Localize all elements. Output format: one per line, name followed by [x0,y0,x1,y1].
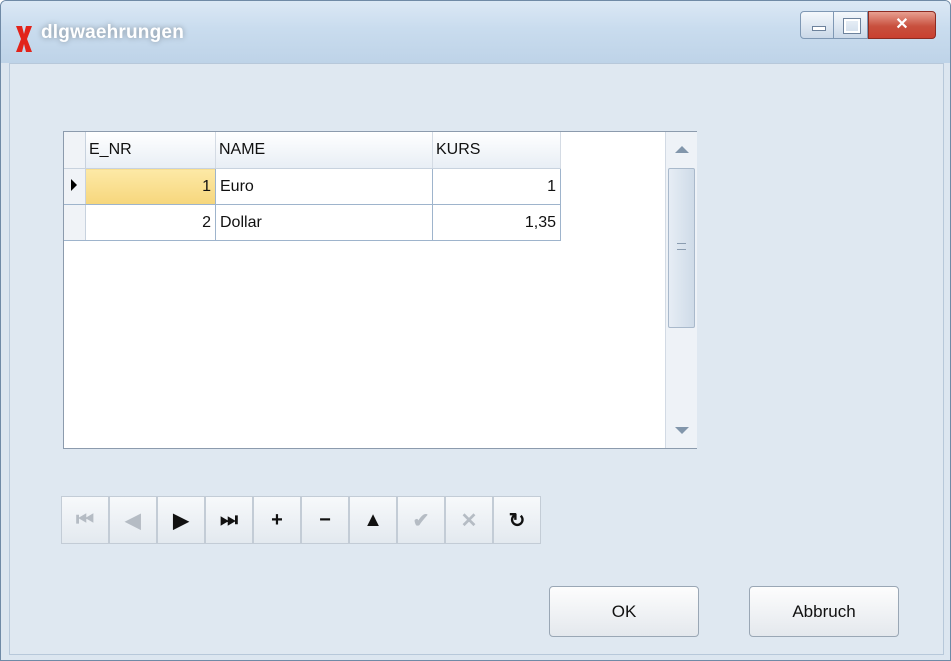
cell-e-nr[interactable]: 2 [85,204,216,241]
table-row[interactable]: 1 Euro 1 [64,168,561,205]
cell-e-nr[interactable]: 1 [85,168,216,205]
ok-button[interactable]: OK [549,586,699,637]
currency-table: E_NR NAME KURS 1 Euro 1 2 Dollar 1,35 [64,132,561,241]
first-record-icon: ⏮ [76,508,94,531]
edit-icon: ▲ [363,508,383,531]
cell-kurs[interactable]: 1 [432,168,561,205]
header-row: E_NR NAME KURS [64,132,561,169]
cell-kurs[interactable]: 1,35 [432,204,561,241]
header-indicator [64,132,86,169]
nav-insert-button[interactable]: + [253,496,301,544]
minus-icon: − [319,508,331,531]
nav-prior-button[interactable]: ◀ [109,496,157,544]
row-indicator[interactable] [64,168,86,205]
currency-grid[interactable]: E_NR NAME KURS 1 Euro 1 2 Dollar 1,35 [63,131,697,449]
vertical-scrollbar[interactable] [665,132,697,448]
scroll-up-button[interactable] [666,134,697,166]
db-navigator: ⏮ ◀ ▶ ⏭ + − ▲ ✔ ✕ ↻ [61,496,541,546]
scroll-thumb[interactable] [668,168,695,328]
column-header-e-nr[interactable]: E_NR [85,132,216,169]
next-record-icon: ▶ [173,509,189,532]
column-header-kurs[interactable]: KURS [432,132,561,169]
close-icon: ✕ [895,16,909,33]
nav-next-button[interactable]: ▶ [157,496,205,544]
nav-last-button[interactable]: ⏭ [205,496,253,544]
nav-delete-button[interactable]: − [301,496,349,544]
nav-first-button[interactable]: ⏮ [61,496,109,544]
cell-name[interactable]: Euro [215,168,433,205]
row-indicator[interactable] [64,204,86,241]
arrow-down-icon [675,427,689,434]
minimize-button[interactable] [800,11,834,39]
nav-edit-button[interactable]: ▲ [349,496,397,544]
grip-icon [677,243,686,250]
title-bar[interactable]: dlgwaehrungen ✕ [1,1,950,63]
plus-icon: + [271,508,283,531]
maximize-button[interactable] [834,11,868,39]
checkmark-icon: ✔ [412,509,430,532]
refresh-icon: ↻ [508,509,526,532]
scroll-down-button[interactable] [666,415,697,447]
arrow-up-icon [675,146,689,153]
app-logo-icon [16,26,32,52]
window-title: dlgwaehrungen [41,22,184,43]
column-header-name[interactable]: NAME [215,132,433,169]
cancel-x-icon: ✕ [460,509,478,532]
current-row-arrow-icon [71,178,77,191]
nav-cancel-button[interactable]: ✕ [445,496,493,544]
maximize-icon [843,18,861,34]
last-record-icon: ⏭ [220,508,238,531]
nav-refresh-button[interactable]: ↻ [493,496,541,544]
prior-record-icon: ◀ [125,509,141,532]
minimize-icon [812,26,826,31]
table-row[interactable]: 2 Dollar 1,35 [64,204,561,241]
cell-name[interactable]: Dollar [215,204,433,241]
close-button[interactable]: ✕ [868,11,936,39]
nav-post-button[interactable]: ✔ [397,496,445,544]
cancel-button[interactable]: Abbruch [749,586,899,637]
